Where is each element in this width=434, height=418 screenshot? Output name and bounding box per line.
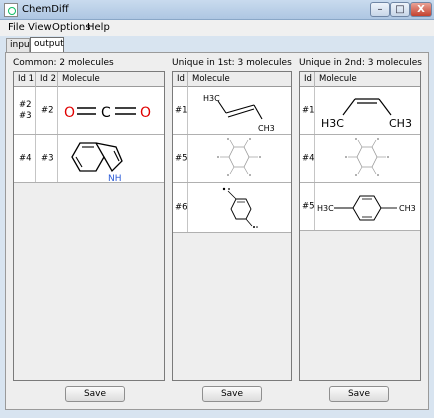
molecule-dimethylbenzene — [222, 187, 258, 228]
molecule-methylated-cyclohexane — [217, 138, 261, 176]
atom-ch3: CH3 — [389, 117, 412, 130]
minimize-button[interactable]: – — [370, 2, 390, 17]
id-cell: #4 — [302, 153, 315, 163]
col-id2-header[interactable]: Id 2 — [36, 72, 58, 87]
atom-ch3: CH3 — [399, 204, 416, 213]
id-cell: #5 — [175, 153, 188, 163]
atom-h3c: H3C — [321, 117, 344, 130]
atom-ch3: CH3 — [258, 124, 275, 133]
atom-nh: NH — [108, 174, 122, 183]
col-id-header[interactable]: Id — [173, 72, 188, 87]
tab-output[interactable]: output — [30, 37, 64, 53]
common-table-header: Id 1 Id 2 Molecule — [14, 72, 164, 87]
menu-help[interactable]: Help — [87, 22, 110, 33]
molecule-methylated-cyclohexane — [345, 138, 389, 176]
menu-options[interactable]: Options — [52, 22, 91, 33]
table-row[interactable]: #4 — [300, 135, 420, 183]
unique-first-title: Unique in 1st: 3 molecules — [172, 58, 292, 68]
molecule-trans-butene: H3C CH3 — [203, 94, 275, 133]
id1-cell: #4 — [19, 153, 32, 163]
atom-o-right: O — [140, 105, 151, 121]
title-bar: ChemDiff – □ X — [0, 0, 434, 20]
atom-h3c: H3C — [203, 94, 220, 103]
common-panel: Common: 2 molecules Id 1 Id 2 Molecule #… — [13, 53, 171, 411]
close-button[interactable]: X — [410, 2, 432, 17]
save-first-button[interactable]: Save — [202, 386, 262, 402]
col-molecule-header[interactable]: Molecule — [58, 72, 166, 87]
unique-first-panel: Unique in 1st: 3 molecules Id Molecule #… — [172, 53, 298, 411]
common-table: Id 1 Id 2 Molecule #2 #3 #2 O C O #4 #3 … — [13, 71, 165, 381]
app-icon — [4, 3, 18, 17]
window-title: ChemDiff — [22, 4, 69, 15]
molecule-indole: NH — [71, 142, 123, 183]
id-cell: #6 — [175, 202, 188, 212]
molecule-co2: O C O — [64, 105, 151, 121]
table-row[interactable]: #4 #3 NH — [14, 135, 164, 183]
col-id-header[interactable]: Id — [300, 72, 315, 87]
id-cell: #1 — [302, 105, 315, 115]
atom-o-left: O — [64, 105, 75, 121]
menu-file[interactable]: File — [8, 22, 25, 33]
molecule-cis-butene: H3C CH3 — [321, 98, 412, 130]
id-cell: #5 — [302, 201, 315, 211]
unique-second-panel: Unique in 2nd: 3 molecules Id Molecule #… — [299, 53, 425, 411]
table-row[interactable]: #2 #3 #2 O C O — [14, 87, 164, 135]
menu-view[interactable]: View — [28, 22, 52, 33]
table-row[interactable]: #5 H3C CH3 — [300, 183, 420, 231]
menu-bar: File View Options Help — [0, 20, 434, 36]
atom-c: C — [101, 105, 111, 121]
id-cell: #1 — [175, 105, 188, 115]
unique-first-table: Id Molecule #1 H3C CH3 #5 #6 — [172, 71, 292, 381]
atom-h3c: H3C — [317, 204, 334, 213]
output-panel: Common: 2 molecules Id 1 Id 2 Molecule #… — [5, 52, 429, 410]
maximize-button[interactable]: □ — [390, 2, 410, 17]
id1-cell: #2 #3 — [19, 99, 32, 121]
table-row[interactable]: #1 H3C CH3 — [173, 87, 291, 135]
col-id1-header[interactable]: Id 1 — [14, 72, 36, 87]
tab-input[interactable]: input — [6, 38, 33, 53]
col-molecule-header[interactable]: Molecule — [315, 72, 422, 87]
col-molecule-header[interactable]: Molecule — [188, 72, 293, 87]
save-second-button[interactable]: Save — [329, 386, 389, 402]
id2-cell: #2 — [41, 105, 54, 115]
table-row[interactable]: #5 — [173, 135, 291, 183]
unique-second-title: Unique in 2nd: 3 molecules — [299, 58, 422, 68]
id2-cell: #3 — [41, 153, 54, 163]
common-title: Common: 2 molecules — [13, 58, 114, 68]
table-row[interactable]: #6 — [173, 183, 291, 233]
molecule-p-xylene: H3C CH3 — [317, 195, 416, 221]
save-common-button[interactable]: Save — [65, 386, 125, 402]
unique-second-table: Id Molecule #1 H3C CH3 #4 #5 H3C CH3 — [299, 71, 421, 381]
table-row[interactable]: #1 H3C CH3 — [300, 87, 420, 135]
